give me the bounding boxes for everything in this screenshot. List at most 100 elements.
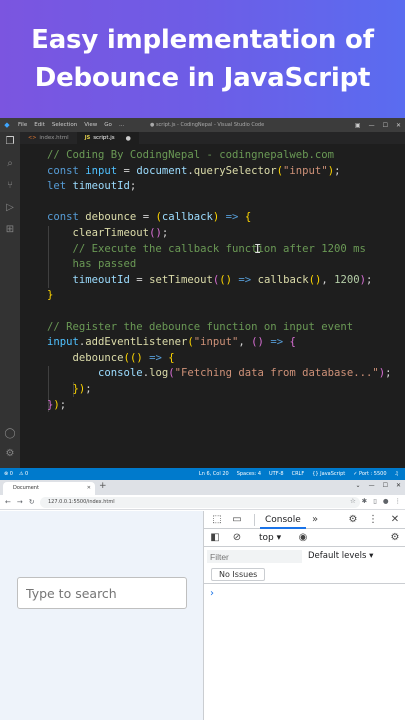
code-token: ;	[366, 273, 373, 286]
browser-menu-icon[interactable]: ⋮	[395, 497, 402, 505]
reload-icon[interactable]: ↻	[29, 498, 35, 506]
forward-icon[interactable]: →	[17, 498, 23, 506]
code-line: input.addEventListener("input", () => {	[47, 335, 392, 351]
status-warnings[interactable]: ⚠ 0	[19, 471, 28, 477]
menu-selection[interactable]: Selection	[52, 122, 77, 128]
console-settings-gear-icon[interactable]: ⚙	[388, 531, 402, 545]
code-line: // Register the debounce function on inp…	[47, 320, 392, 336]
code-token: document	[136, 164, 188, 177]
profile-avatar-icon[interactable]: ●	[383, 497, 389, 505]
tab-console[interactable]: Console	[260, 511, 306, 529]
code-token: console	[98, 367, 143, 380]
close-devtools-icon[interactable]: ✕	[388, 513, 402, 527]
status-errors[interactable]: ⊗ 0	[4, 471, 13, 477]
layout-icon[interactable]: ▣	[355, 122, 361, 129]
title-banner: Easy implementation of Debounce in JavaS…	[0, 0, 405, 118]
code-token: input	[47, 336, 79, 349]
log-levels-dropdown[interactable]: Default levels ▾	[308, 549, 373, 563]
minimize-icon[interactable]: —	[369, 122, 375, 129]
maximize-icon[interactable]: ☐	[383, 482, 388, 489]
device-toolbar-icon[interactable]: ▭	[230, 513, 244, 527]
code-token: =	[129, 273, 150, 286]
vscode-window-title: ● script.js - CodingNepal - Visual Studi…	[150, 122, 265, 128]
status-indentation[interactable]: Spaces: 4	[237, 471, 261, 477]
status-eol[interactable]: CRLF	[292, 471, 305, 477]
html-file-icon: <>	[28, 135, 37, 141]
code-token: timeoutId	[72, 180, 130, 193]
console-filter-input[interactable]	[207, 550, 302, 563]
status-language[interactable]: {} JavaScript	[312, 471, 345, 477]
manage-gear-icon[interactable]: ⚙	[4, 448, 16, 460]
console-prompt-icon[interactable]: ›	[210, 588, 214, 599]
account-icon[interactable]: ◯	[4, 428, 16, 440]
sidebar-toggle-icon[interactable]: ◧	[208, 531, 222, 545]
new-tab-icon[interactable]: +	[99, 481, 107, 491]
extensions-icon[interactable]: ⊞	[4, 224, 16, 236]
console-filter-bar: Default levels ▾	[204, 547, 405, 565]
bookmark-star-icon[interactable]: ☆	[350, 497, 356, 505]
side-panel-icon[interactable]: ▯	[373, 497, 377, 505]
code-token: }	[47, 289, 54, 302]
code-editor[interactable]: // Coding By CodingNepal - codingnepalwe…	[20, 144, 405, 468]
code-token: setTimeout	[149, 273, 213, 286]
chevron-down-icon: ▾	[369, 551, 374, 561]
menu-file[interactable]: File	[18, 122, 27, 128]
status-bar: ⊗ 0 ⚠ 0 Ln 6, Col 20 Spaces: 4 UTF-8 CRL…	[0, 468, 405, 480]
customize-menu-icon[interactable]: ⋮	[366, 513, 380, 527]
close-icon[interactable]: ✕	[396, 122, 401, 129]
context-value: top	[259, 533, 274, 543]
search-input[interactable]	[17, 577, 187, 609]
close-tab-icon[interactable]: ✕	[87, 482, 91, 495]
tab-label: index.html	[39, 135, 69, 141]
code-token: const	[47, 211, 86, 224]
close-icon[interactable]: ✕	[396, 482, 401, 489]
code-token: ,	[238, 336, 252, 349]
settings-gear-icon[interactable]: ⚙	[346, 513, 360, 527]
status-encoding[interactable]: UTF-8	[269, 471, 284, 477]
menu-view[interactable]: View	[84, 122, 97, 128]
live-expression-eye-icon[interactable]: ◉	[296, 531, 310, 545]
more-tabs-icon[interactable]: »	[308, 513, 322, 527]
code-token: =>	[149, 351, 162, 364]
status-live-server[interactable]: ✓ Port : 5500	[353, 471, 386, 477]
menu-more[interactable]: ...	[119, 122, 124, 128]
menu-edit[interactable]: Edit	[34, 122, 45, 128]
code-token: =>	[238, 273, 252, 286]
code-content: // Coding By CodingNepal - codingnepalwe…	[47, 148, 392, 413]
browser-tab-document[interactable]: Document ✕	[3, 482, 95, 495]
vscode-titlebar: ◆ File Edit Selection View Go ... ● scri…	[0, 118, 405, 132]
code-token: addEventListener	[85, 336, 188, 349]
maximize-icon[interactable]: ☐	[383, 122, 388, 129]
code-line: debounce(() => {	[47, 351, 392, 367]
tab-search-icon[interactable]: ⌄	[356, 482, 361, 489]
back-icon[interactable]: ←	[5, 498, 11, 506]
tab-script-js[interactable]: JS script.js ●	[76, 132, 139, 144]
minimize-icon[interactable]: —	[369, 482, 375, 489]
menu-go[interactable]: Go	[104, 122, 112, 128]
code-token: "Fetching data from database..."	[174, 367, 379, 380]
explorer-icon[interactable]: ❐	[4, 136, 16, 148]
levels-value: Default levels	[308, 551, 367, 561]
unsaved-dot-icon[interactable]: ●	[126, 135, 131, 142]
code-token: =>	[270, 336, 284, 349]
tab-index-html[interactable]: <> index.html	[20, 132, 77, 144]
inspect-element-icon[interactable]: ⬚	[210, 513, 224, 527]
address-bar[interactable]: 127.0.0.1:5500/index.html	[40, 497, 360, 508]
context-selector[interactable]: top ▾	[259, 531, 281, 545]
code-token: ;	[59, 398, 67, 411]
no-issues-button[interactable]: No Issues	[211, 568, 266, 581]
notifications-icon[interactable]: ♫	[395, 471, 399, 477]
status-cursor-position[interactable]: Ln 6, Col 20	[199, 471, 229, 477]
search-icon[interactable]: ⌕	[4, 158, 16, 170]
extensions-puzzle-icon[interactable]: ✱	[362, 497, 367, 505]
code-token: ;	[129, 180, 137, 193]
run-debug-icon[interactable]: ▷	[4, 202, 16, 214]
clear-console-icon[interactable]: ⊘	[230, 531, 244, 545]
source-control-icon[interactable]: ⑂	[4, 180, 16, 192]
